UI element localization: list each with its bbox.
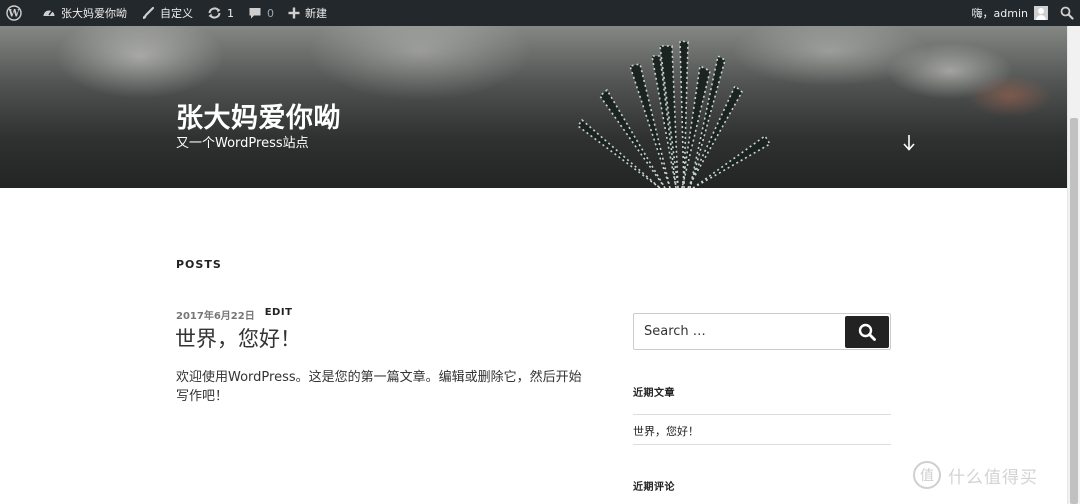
account-menu[interactable]: 嗨，admin [966, 0, 1054, 26]
customize-label: 自定义 [160, 7, 193, 20]
search-icon [858, 323, 876, 341]
search-form [633, 313, 891, 350]
post-meta: 2017年6月22日 EDIT [176, 307, 292, 322]
comments-menu[interactable]: 0 [241, 0, 281, 26]
svg-text:W: W [7, 9, 20, 20]
new-content-menu[interactable]: 新建 [281, 0, 334, 26]
watermark-text: 什么值得买 [948, 467, 1038, 488]
post-title-link[interactable]: 世界，您好！ [175, 323, 301, 353]
user-avatar-icon [1034, 6, 1048, 20]
post-date-link[interactable]: 2017年6月22日 [176, 307, 255, 322]
refresh-icon [207, 6, 222, 20]
customize-menu[interactable]: 自定义 [134, 0, 200, 26]
wordpress-menu[interactable]: W [0, 0, 35, 26]
new-label: 新建 [305, 7, 327, 20]
watermark: 值 什么值得买 [912, 460, 1038, 490]
site-name-menu[interactable]: 张大妈爱你呦 [35, 0, 134, 26]
post-edit-link[interactable]: EDIT [265, 307, 293, 322]
post-excerpt: 欢迎使用WordPress。这是您的第一篇文章。编辑或删除它，然后开始写作吧！ [176, 370, 582, 404]
posts-heading: POSTS [176, 258, 222, 271]
paintbrush-icon [141, 6, 155, 20]
page: W 张大妈爱你呦 自定义 1 0 新建 嗨，admin 张大妈爱你呦 又一个Wo… [0, 0, 1080, 504]
comments-count: 0 [267, 6, 274, 20]
svg-text:值: 值 [920, 468, 934, 484]
scrollbar-thumb[interactable] [1070, 118, 1078, 504]
search-input[interactable] [635, 315, 843, 348]
recent-post-link[interactable]: 世界，您好！ [633, 423, 699, 439]
divider [633, 444, 891, 445]
site-name-label: 张大妈爱你呦 [61, 7, 127, 20]
admin-search-toggle[interactable] [1054, 0, 1080, 26]
search-icon [1060, 6, 1074, 20]
scroll-down-arrow-icon[interactable] [901, 134, 917, 156]
admin-bar: W 张大妈爱你呦 自定义 1 0 新建 嗨，admin [0, 0, 1080, 26]
recent-comments-title: 近期评论 [633, 482, 675, 493]
page-scrollbar[interactable] [1067, 26, 1080, 504]
site-title[interactable]: 张大妈爱你呦 [176, 96, 341, 135]
divider [633, 414, 891, 415]
site-header: 张大妈爱你呦 又一个WordPress站点 [0, 26, 1067, 188]
updates-count: 1 [227, 6, 234, 20]
recent-posts-title: 近期文章 [633, 388, 675, 399]
header-plant-image [576, 40, 772, 188]
updates-menu[interactable]: 1 [200, 0, 241, 26]
plus-icon [288, 7, 300, 19]
site-description: 又一个WordPress站点 [176, 136, 309, 151]
wordpress-logo-icon: W [6, 5, 22, 21]
dashboard-gauge-icon [42, 6, 56, 20]
greeting-label: 嗨，admin [971, 7, 1028, 20]
speech-bubble-icon [248, 6, 262, 20]
watermark-logo-icon: 值 [913, 461, 941, 489]
search-submit-button[interactable] [845, 316, 889, 348]
